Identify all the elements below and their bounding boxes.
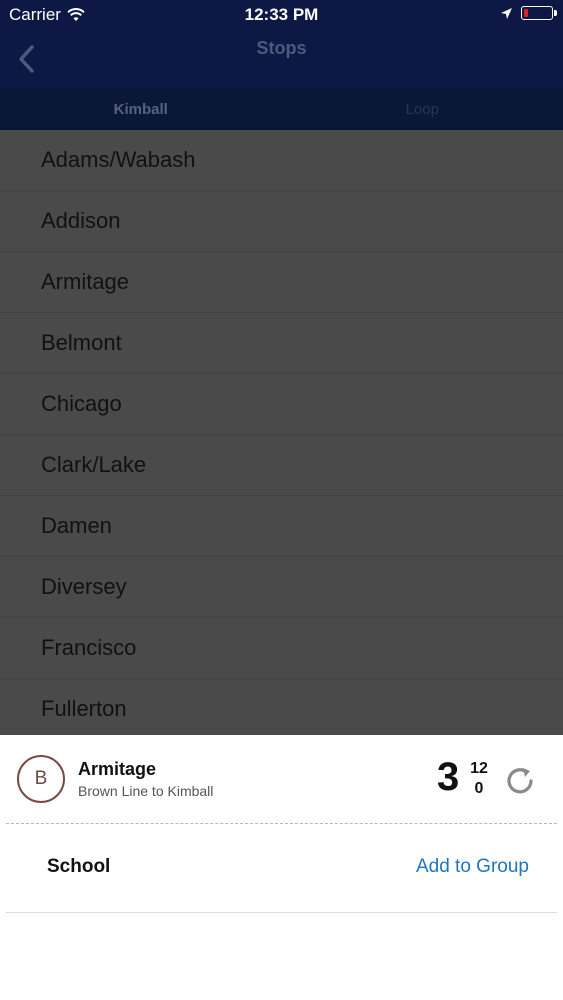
group-name: School bbox=[47, 856, 111, 877]
eta-after: 0 bbox=[474, 780, 484, 797]
add-to-group-button[interactable]: Add to Group bbox=[416, 856, 529, 878]
status-right bbox=[500, 6, 557, 20]
list-item[interactable]: Fullerton bbox=[0, 679, 563, 735]
battery-icon bbox=[521, 6, 557, 20]
bottom-sheet: B Armitage Brown Line to Kimball 3 12 0 … bbox=[0, 735, 563, 1000]
stop-list: Adams/Wabash Addison Armitage Belmont Ch… bbox=[0, 130, 563, 735]
battery-level bbox=[524, 9, 528, 17]
list-item[interactable]: Chicago bbox=[0, 374, 563, 435]
list-item[interactable]: Adams/Wabash bbox=[0, 130, 563, 191]
status-bar: Carrier 12:33 PM bbox=[0, 0, 563, 30]
refresh-icon bbox=[507, 768, 533, 794]
group-row: School Add to Group bbox=[0, 824, 563, 912]
list-item[interactable]: Diversey bbox=[0, 557, 563, 618]
list-item[interactable]: Damen bbox=[0, 496, 563, 557]
navigation-bar: Stops bbox=[0, 30, 563, 88]
direction-tabs: Kimball Loop bbox=[0, 88, 563, 130]
list-item[interactable]: Armitage bbox=[0, 252, 563, 313]
tab-loop[interactable]: Loop bbox=[282, 88, 563, 130]
stop-name: Armitage bbox=[78, 759, 157, 779]
tab-kimball[interactable]: Kimball bbox=[0, 88, 282, 130]
selected-stop-row: B Armitage Brown Line to Kimball 3 12 0 bbox=[0, 735, 563, 823]
eta-next: 12 bbox=[470, 760, 488, 777]
top-bar: Carrier 12:33 PM Stops bbox=[0, 0, 563, 88]
list-item[interactable]: Belmont bbox=[0, 313, 563, 374]
list-item[interactable]: Clark/Lake bbox=[0, 435, 563, 496]
list-item[interactable]: Addison bbox=[0, 191, 563, 252]
divider bbox=[6, 912, 557, 913]
page-title: Stops bbox=[256, 38, 307, 58]
eta-main: 3 bbox=[437, 755, 460, 799]
location-arrow-icon bbox=[501, 7, 512, 19]
route-description: Brown Line to Kimball bbox=[78, 783, 214, 799]
line-badge: B bbox=[17, 755, 65, 803]
list-item[interactable]: Francisco bbox=[0, 618, 563, 679]
eta-secondary: 12 0 bbox=[468, 759, 490, 799]
refresh-button[interactable] bbox=[500, 761, 540, 801]
status-time: 12:33 PM bbox=[244, 5, 319, 24]
